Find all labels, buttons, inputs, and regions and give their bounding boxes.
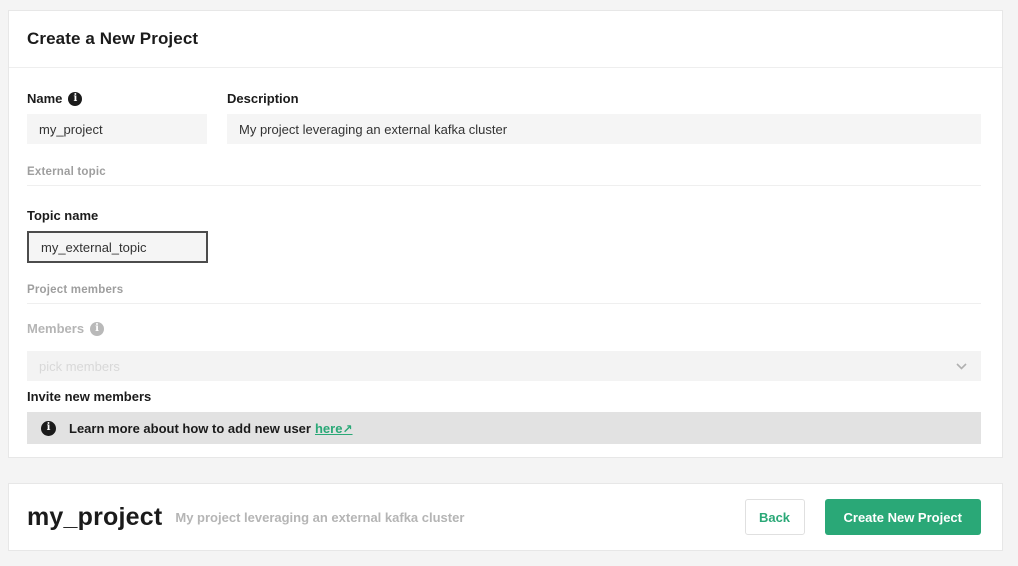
info-banner: i Learn more about how to add new user he…	[27, 412, 981, 444]
here-link[interactable]: here↗	[315, 421, 353, 436]
footer-project-description: My project leveraging an external kafka …	[175, 509, 465, 525]
members-label: Members i	[27, 321, 981, 337]
info-icon[interactable]: i	[90, 322, 105, 336]
info-icon[interactable]: i	[68, 92, 83, 106]
section-label-project-members: Project members	[27, 284, 981, 304]
info-icon: i	[41, 420, 56, 436]
footer-bar: my_project My project leveraging an exte…	[8, 483, 1003, 551]
section-label-external-topic: External topic	[27, 166, 981, 186]
members-select[interactable]	[27, 351, 981, 381]
back-button[interactable]: Back	[744, 499, 805, 535]
description-label: Description	[227, 91, 299, 106]
name-description-row: Name i Description	[27, 91, 981, 144]
card-body: Name i Description External topic Topic …	[9, 68, 1002, 444]
name-input[interactable]	[27, 114, 207, 144]
name-field-group: Name i	[27, 91, 207, 144]
description-field-group: Description	[227, 91, 981, 144]
external-link-icon: ↗	[342, 421, 353, 436]
create-new-project-button[interactable]: Create New Project	[824, 499, 981, 535]
topic-name-label: Topic name	[27, 208, 99, 223]
topic-name-input[interactable]	[27, 231, 208, 263]
name-label: Name i	[27, 91, 207, 107]
description-input[interactable]	[227, 114, 981, 144]
footer-project-name: my_project	[27, 502, 163, 531]
topic-name-field-group	[27, 231, 208, 263]
card-header: Create a New Project	[9, 11, 1002, 68]
members-select-input[interactable]	[27, 351, 981, 381]
banner-text: Learn more about how to add new user here…	[69, 420, 353, 436]
create-project-card: Create a New Project Name i Description …	[8, 10, 1003, 458]
invite-new-members-label: Invite new members	[27, 389, 152, 404]
page-title: Create a New Project	[27, 29, 199, 48]
